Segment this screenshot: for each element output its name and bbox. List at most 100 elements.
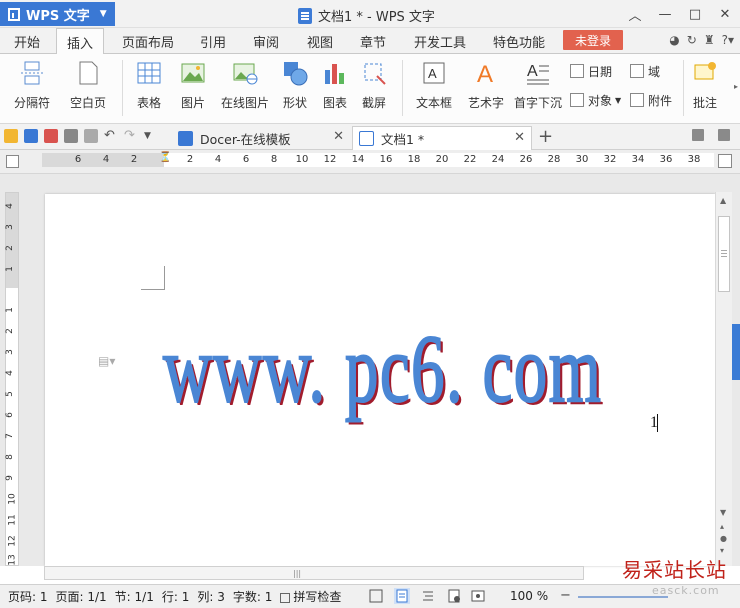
customize-chevron-icon[interactable]: ▼ <box>144 129 158 143</box>
new-tab-plus-icon[interactable]: + <box>538 126 553 147</box>
tab-insert[interactable]: 插入 <box>56 28 105 55</box>
tab-list-icon[interactable] <box>692 129 704 141</box>
ruler-number: 26 <box>519 154 533 165</box>
skin-icon[interactable]: ◕ <box>669 33 679 47</box>
tab-chapter[interactable]: 章节 <box>360 32 386 51</box>
zoom-out-icon[interactable]: − <box>560 588 571 603</box>
tab-stop-selector[interactable] <box>6 155 19 168</box>
date-button[interactable]: 日期 <box>570 62 612 80</box>
tab-references[interactable]: 引用 <box>200 32 226 51</box>
login-button[interactable]: 未登录 <box>563 30 623 50</box>
app-menu-button[interactable]: WPS 文字 ▼ <box>0 2 115 26</box>
scroll-thumb[interactable] <box>718 216 730 292</box>
scroll-grip-icon[interactable]: ||| <box>293 569 301 578</box>
tab-special-features[interactable]: 特色功能 <box>493 32 545 51</box>
zoom-level[interactable]: 100 % <box>510 589 548 603</box>
document-page[interactable]: ▤▾ www. pc6. com 1 <box>45 194 715 566</box>
status-section[interactable]: 节: 1/1 <box>115 588 154 605</box>
ruler-number: 12 <box>7 535 18 547</box>
spell-check-toggle[interactable]: 拼写检查 <box>280 588 341 605</box>
drop-cap-button[interactable]: A 首字下沉 <box>512 60 564 118</box>
close-tab-icon[interactable]: ✕ <box>514 130 525 145</box>
tab-home[interactable]: 开始 <box>14 32 40 51</box>
previous-page-icon[interactable]: ▴ <box>720 522 724 531</box>
print-icon[interactable] <box>64 129 78 143</box>
text-box-button[interactable]: A 文本框 <box>408 60 460 118</box>
chart-button[interactable]: 图表 <box>318 60 352 118</box>
sync-icon[interactable]: ↻ <box>687 33 697 47</box>
field-button[interactable]: 域 <box>630 62 660 80</box>
wordart-text[interactable]: www. pc6. com <box>162 314 601 424</box>
open-icon[interactable] <box>4 129 18 143</box>
online-picture-icon <box>233 63 258 85</box>
tab-page-layout[interactable]: 页面布局 <box>122 32 174 51</box>
ruler-number: 16 <box>379 154 393 165</box>
help-icon[interactable]: ?▾ <box>722 33 734 47</box>
shape-button[interactable]: 形状 <box>276 60 314 118</box>
page-break-button[interactable]: 分隔符 <box>8 60 56 118</box>
app-name: WPS 文字 <box>26 8 90 24</box>
ruler-number: 38 <box>687 154 701 165</box>
maximize-icon[interactable]: □ <box>680 0 710 28</box>
close-tab-icon[interactable]: ✕ <box>333 129 344 144</box>
browse-object-icon[interactable]: ● <box>720 534 727 543</box>
chart-icon <box>325 64 344 84</box>
tab-developer[interactable]: 开发工具 <box>414 32 466 51</box>
horizontal-ruler[interactable]: 6 4 2 ⏳ 2 4 6 8 10 12 14 16 18 20 22 24 … <box>0 150 740 174</box>
date-label: 日期 <box>588 64 613 79</box>
comment-button[interactable]: 批注 <box>688 60 722 118</box>
minimize-icon[interactable]: — <box>650 0 680 28</box>
table-button[interactable]: 表格 <box>130 60 168 118</box>
tab-options-icon[interactable] <box>718 129 730 141</box>
svg-text:A: A <box>428 66 437 81</box>
object-button[interactable]: 对象 ▼ <box>570 91 621 109</box>
close-icon[interactable]: ✕ <box>710 0 740 28</box>
page-view-icon[interactable] <box>394 588 410 604</box>
ruler-number: 5 <box>4 391 15 397</box>
outline-view-icon[interactable] <box>420 588 436 604</box>
quick-access-bar: ↶ ↷ ▼ Docer-在线模板 ✕ 文档1 * ✕ <box>0 124 740 150</box>
tab-document1[interactable]: 文档1 * ✕ <box>352 126 532 150</box>
ruler-number: 2 <box>4 245 15 251</box>
paragraph-layout-icon[interactable]: ▤▾ <box>98 354 115 368</box>
redo-icon[interactable]: ↷ <box>124 129 138 143</box>
blank-page-button[interactable]: 空白页 <box>64 60 112 118</box>
ruler-number: 22 <box>463 154 477 165</box>
web-view-icon[interactable] <box>446 588 462 604</box>
shirt-icon[interactable]: ♜ <box>704 33 715 47</box>
undo-icon[interactable]: ↶ <box>104 129 118 143</box>
side-panel-tab[interactable] <box>732 324 740 380</box>
collapse-icon[interactable]: ︿ <box>620 0 650 28</box>
ruler-number: 6 <box>4 412 15 418</box>
print-preview-icon[interactable] <box>84 129 98 143</box>
horizontal-scrollbar[interactable]: ||| <box>44 566 584 580</box>
wordart-button[interactable]: A 艺术字 <box>464 60 508 118</box>
status-word-count[interactable]: 字数: 1 <box>233 588 273 605</box>
picture-button[interactable]: 图片 <box>174 60 212 118</box>
indent-marker-icon[interactable]: ⏳ <box>159 152 171 163</box>
status-pages[interactable]: 页面: 1/1 <box>56 588 107 605</box>
chevron-down-icon: ▼ <box>99 9 107 19</box>
ruler-number: 13 <box>7 554 18 566</box>
chevron-down-icon: ▼ <box>615 95 622 105</box>
ruler-toggle-icon[interactable] <box>718 154 732 168</box>
object-icon <box>570 93 584 107</box>
comment-label: 批注 <box>692 96 717 110</box>
save-icon[interactable] <box>24 129 38 143</box>
attachment-button[interactable]: 附件 <box>630 91 672 109</box>
tab-view[interactable]: 视图 <box>307 32 333 51</box>
export-pdf-icon[interactable] <box>44 129 58 143</box>
ruler-number: 28 <box>547 154 561 165</box>
vertical-scrollbar[interactable]: ▲ ▼ ▴ ● ▾ <box>715 192 732 566</box>
vertical-ruler[interactable]: 4 3 2 1 1 2 3 4 5 6 7 8 9 10 11 12 13 <box>5 192 19 566</box>
tab-review[interactable]: 审阅 <box>253 32 279 51</box>
reading-view-icon[interactable] <box>470 588 486 604</box>
scroll-down-icon[interactable]: ▼ <box>720 508 726 517</box>
online-picture-button[interactable]: 在线图片 <box>218 60 272 118</box>
ribbon-more-icon[interactable]: ▸ <box>734 82 738 91</box>
screenshot-button[interactable]: 截屏 <box>354 60 394 118</box>
scroll-up-icon[interactable]: ▲ <box>720 196 726 205</box>
tab-docer-templates[interactable]: Docer-在线模板 ✕ <box>172 126 350 150</box>
fullscreen-view-icon[interactable] <box>368 588 384 604</box>
status-page-number[interactable]: 页码: 1 <box>8 588 48 605</box>
